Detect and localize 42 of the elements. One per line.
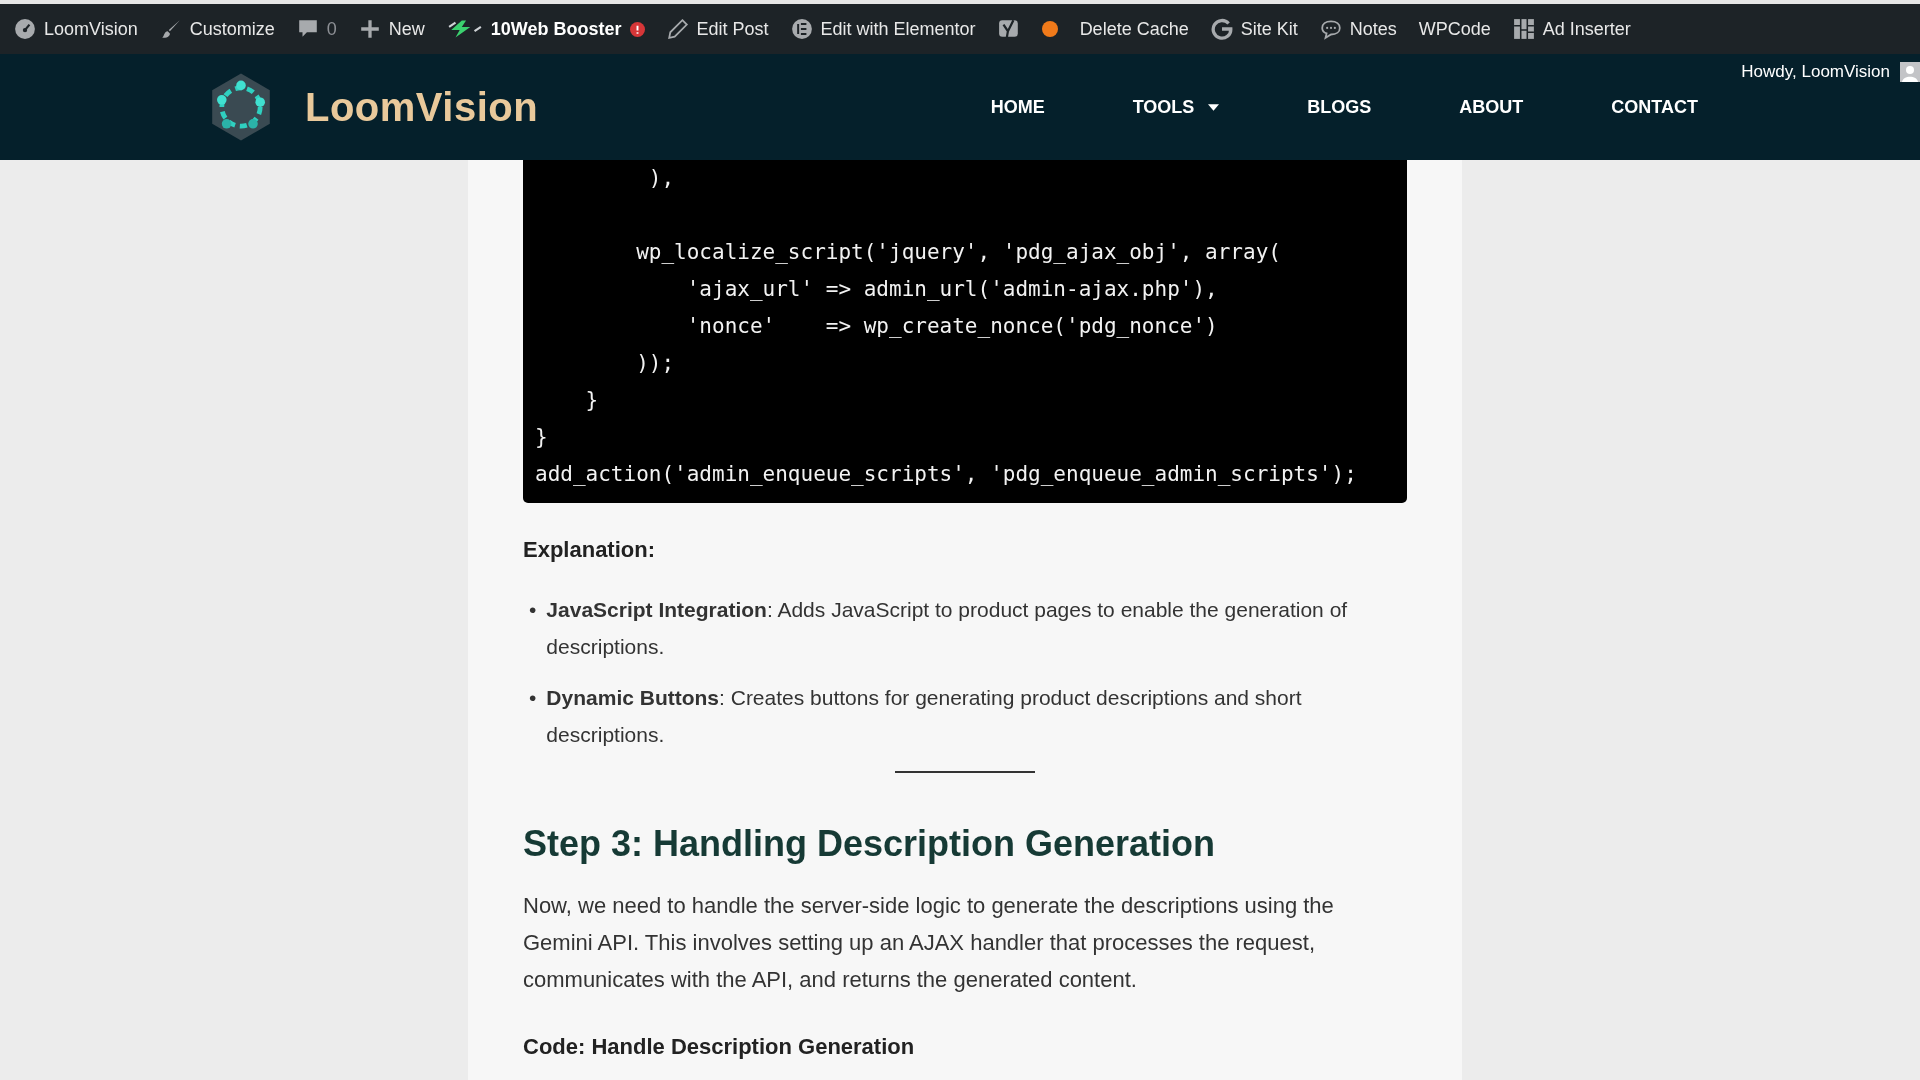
nav-link[interactable]: BLOGS — [1307, 96, 1372, 118]
step-heading: Step 3: Handling Description Generation — [523, 823, 1217, 865]
grid-icon — [1512, 18, 1535, 40]
admin-bar-item[interactable]: New — [358, 18, 425, 40]
bullet-marker: • — [529, 597, 537, 623]
bullet-item: Dynamic Buttons: Creates buttons for generating product descriptions and short descriptions. — [546, 685, 1303, 748]
admin-bar-item[interactable]: Ad Inserter — [1512, 18, 1631, 40]
admin-bar-item[interactable]: Notes — [1319, 18, 1397, 40]
seo-icon — [997, 18, 1020, 40]
admin-bar-item[interactable]: LoomVision — [14, 18, 138, 40]
elementor-icon — [790, 18, 813, 40]
admin-bar-item[interactable]: 0 — [296, 18, 337, 40]
bullet-item: JavaScript Integration: Adds JavaScript to product pages to enable the generation of descriptions. — [546, 597, 1349, 660]
admin-bar-item[interactable]: WPCode — [1418, 18, 1491, 40]
status-dot[interactable] — [1041, 21, 1058, 37]
nav-link[interactable]: ABOUT — [1459, 96, 1524, 118]
paragraph: Now, we need to handle the server-side logic to generate the descriptions using the Gemini API. This involves setting up an AJAX handler that processes the request, communicates with the API, and returns the generated content. — [523, 892, 1335, 994]
admin-bar-item[interactable]: Site Kit — [1210, 18, 1298, 40]
google-g-icon — [1210, 18, 1233, 40]
caret-icon — [1208, 103, 1220, 111]
gauge-icon — [14, 18, 36, 40]
plus-icon — [358, 18, 381, 40]
explanation-heading: Explanation: — [523, 537, 656, 563]
alert-icon — [629, 21, 645, 37]
nav-link[interactable]: CONTACT — [1611, 96, 1698, 118]
nav-link[interactable]: TOOLS — [1132, 96, 1220, 118]
account-greeting[interactable]: Howdy, LoomVision — [1741, 62, 1890, 82]
bullet-marker: • — [529, 685, 537, 711]
admin-bar-item[interactable]: Edit Post — [666, 18, 769, 40]
pencil-icon — [666, 18, 689, 40]
code-block: ), wp_localize_script('jquery', 'pdg_ajax_obj', array( 'ajax_url' => admin_url('admin-ajax.php'), 'nonce' => wp_create_nonce('pdg_nonce') )); } } add_action('admin_enqueue_scripts', 'pdg_enqueue_admin_scripts'); — [523, 160, 1407, 503]
nav-link[interactable]: HOME — [990, 96, 1045, 118]
admin-bar-item[interactable]: Delete Cache — [1079, 18, 1189, 40]
site-logo-text[interactable]: LoomVision — [305, 84, 539, 130]
code-heading: Code: Handle Description Generation — [523, 1034, 916, 1060]
speech-bubble-icon — [1319, 18, 1342, 40]
admin-bar-item[interactable]: Customize — [159, 18, 275, 40]
brush-icon — [159, 18, 182, 40]
admin-bar-item[interactable] — [997, 18, 1020, 40]
admin-bar-item[interactable]: Edit with Elementor — [790, 18, 976, 40]
admin-bar-item[interactable]: 10Web Booster — [446, 18, 645, 40]
lightning-icon — [446, 18, 483, 40]
